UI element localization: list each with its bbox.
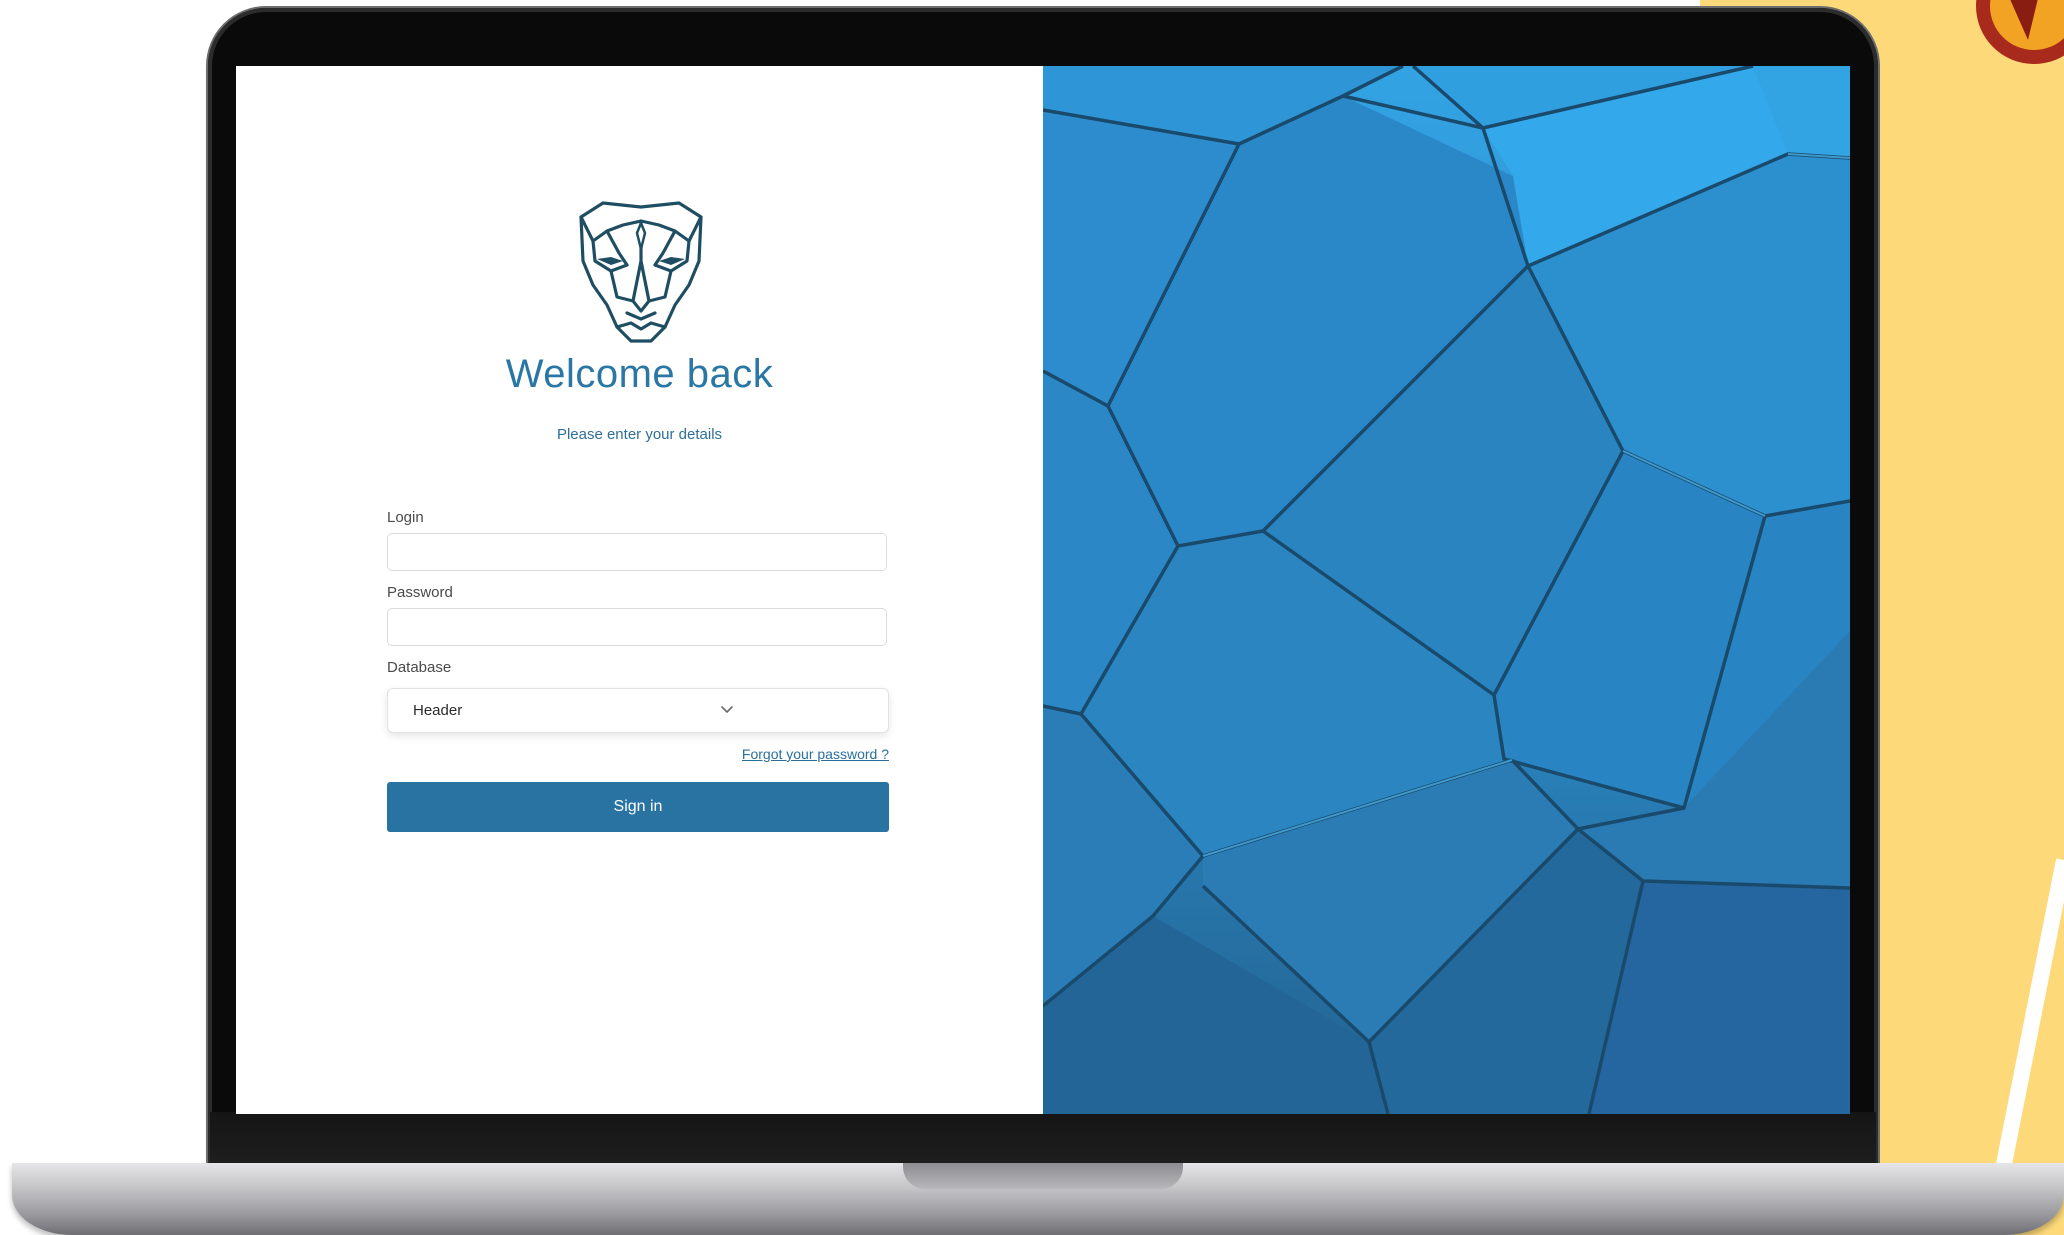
sign-in-button[interactable]: Sign in (387, 782, 889, 832)
chevron-down-icon (721, 706, 733, 713)
page-title: Welcome back (505, 352, 774, 396)
decorative-hero-image (1043, 66, 1850, 1114)
password-label: Password (387, 584, 453, 601)
laptop-screen: Welcome back Please enter your details L… (236, 66, 1850, 1114)
mockup-stage: Welcome back Please enter your details L… (0, 0, 2064, 1235)
login-label: Login (387, 509, 424, 526)
forgot-password-link[interactable]: Forgot your password ? (721, 746, 889, 762)
login-panel: Welcome back Please enter your details L… (236, 66, 1043, 1114)
login-input[interactable] (387, 533, 887, 571)
database-selected-value: Header (413, 702, 463, 719)
laptop-chin (210, 1112, 1876, 1164)
password-input[interactable] (387, 608, 887, 646)
laptop-notch (903, 1163, 1183, 1189)
page-subtitle: Please enter your details (556, 426, 723, 443)
database-select[interactable]: Header (387, 688, 889, 733)
database-label: Database (387, 659, 452, 676)
panther-head-icon (579, 201, 703, 343)
